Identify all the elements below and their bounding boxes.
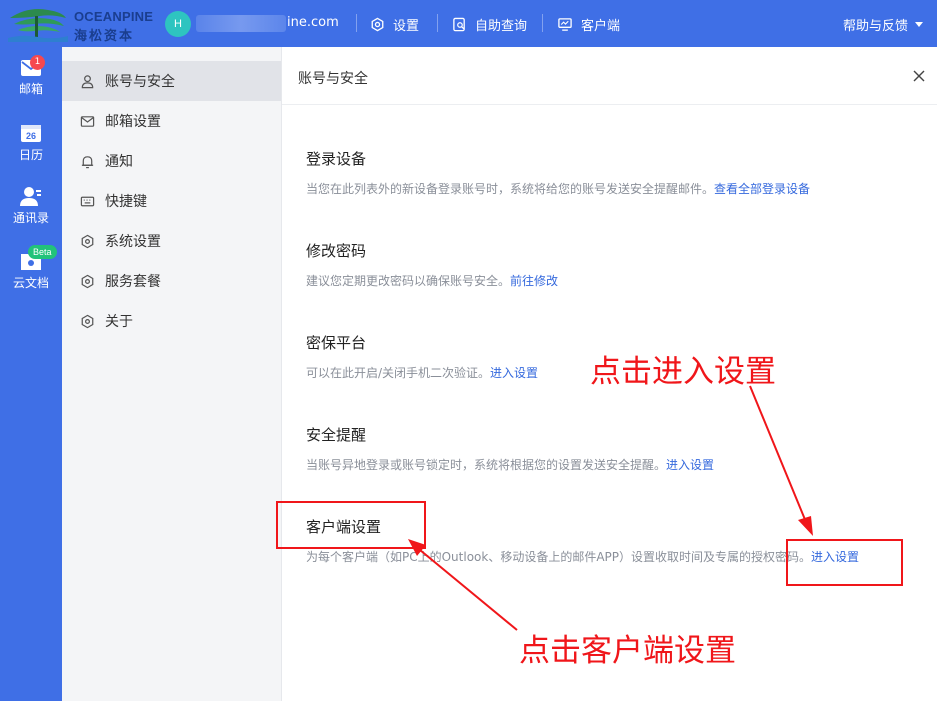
menu-item-label: 邮箱设置 [105,114,161,130]
nav-settings-label: 设置 [393,18,420,34]
menu-item-about[interactable]: 关于 [62,301,281,341]
highlight-enter-settings-link [786,539,903,586]
desc-text: 当账号异地登录或账号锁定时，系统将根据您的设置发送安全提醒。 [306,458,667,472]
hexagon-gear-icon [81,314,94,328]
section-title-security-platform: 密保平台 [306,334,367,352]
menu-item-shortcuts[interactable]: 快捷键 [62,181,281,221]
security-platform-settings-link[interactable]: 进入设置 [490,366,538,380]
section-desc-change-password: 建议您定期更改密码以确保账号安全。前往修改 [306,272,558,289]
help-feedback-button[interactable]: 帮助与反馈 [843,15,923,34]
desc-text: 当您在此列表外的新设备登录账号时，系统将给您的账号发送安全提醒邮件。 [306,182,715,196]
nav-self-query[interactable]: 自助查询 [452,14,527,34]
menu-item-label: 服务套餐 [105,274,161,290]
annotation-click-client-settings: 点击客户端设置 [519,633,736,669]
app-rail: 邮箱 1 26 日历 通讯录 云文档 Beta [0,47,62,701]
brand-name-cn: 海松资本 [74,29,135,44]
divider [437,14,438,32]
menu-item-system-settings[interactable]: 系统设置 [62,221,281,261]
user-avatar[interactable]: H [165,11,191,37]
keyboard-icon [80,196,95,206]
close-icon[interactable] [912,69,926,83]
calendar-icon: 26 [21,125,41,142]
divider [356,14,357,32]
menu-item-account-security[interactable]: 账号与安全 [62,61,281,101]
section-desc-security-platform: 可以在此开启/关闭手机二次验证。进入设置 [306,364,538,381]
top-bar: OCEANPINE 海松资本 H ine.com 设置 自助查询 客户端 帮助与… [0,0,937,47]
self-query-icon [453,17,465,31]
section-title-change-password: 修改密码 [306,242,367,260]
menu-item-label: 系统设置 [105,234,161,250]
desktop-client-icon [558,17,572,31]
desc-text: 可以在此开启/关闭手机二次验证。 [306,366,491,380]
rail-item-contacts[interactable]: 通讯录 [0,186,62,226]
rail-mail-label: 邮箱 [18,82,43,96]
rail-item-mail[interactable]: 邮箱 1 [0,55,62,97]
user-icon [81,74,94,88]
help-feedback-label: 帮助与反馈 [842,19,908,34]
section-desc-login-devices: 当您在此列表外的新设备登录账号时，系统将给您的账号发送安全提醒邮件。查看全部登录… [306,180,810,197]
hexagon-gear-icon [81,274,94,288]
bell-icon [81,155,94,168]
mail-outline-icon [80,115,95,127]
desc-text: 建议您定期更改密码以确保账号安全。 [306,274,511,288]
panel-title: 账号与安全 [298,71,368,87]
section-title-security-alert: 安全提醒 [306,426,367,444]
account-email[interactable]: ine.com [287,15,339,30]
brand-logo[interactable]: OCEANPINE 海松资本 [6,4,156,44]
brand-name-en: OCEANPINE [74,9,154,24]
pine-tree-logo-icon [8,9,68,42]
calendar-day: 26 [26,131,36,141]
contacts-icon [20,187,41,206]
panel-header: 账号与安全 [282,47,937,105]
menu-item-notifications[interactable]: 通知 [62,141,281,181]
nav-settings[interactable]: 设置 [370,14,419,34]
menu-item-label: 快捷键 [105,194,147,210]
go-change-password-link[interactable]: 前往修改 [510,274,558,288]
menu-item-service-plan[interactable]: 服务套餐 [62,261,281,301]
rail-cloud-doc-label: 云文档 [12,276,49,290]
rail-item-calendar[interactable]: 26 日历 [0,123,62,163]
divider [542,14,543,32]
nav-self-query-label: 自助查询 [475,18,528,34]
rail-contacts-label: 通讯录 [12,211,49,225]
annotation-click-enter-settings: 点击进入设置 [590,354,776,390]
account-blurred [196,15,286,32]
highlight-client-settings-title [276,501,426,549]
settings-gear-icon [371,17,384,31]
hexagon-gear-icon [81,234,94,248]
settings-menu: 账号与安全 邮箱设置 通知 快捷键 系统设置 服务套餐 关于 [62,47,282,701]
rail-calendar-label: 日历 [18,148,43,162]
section-title-login-devices: 登录设备 [306,150,367,168]
nav-client[interactable]: 客户端 [557,14,620,34]
nav-client-label: 客户端 [581,18,621,34]
desc-text: 为每个客户端（如PC上的Outlook、移动设备上的邮件APP）设置收取时间及专… [306,550,812,564]
caret-down-icon [915,22,923,27]
rail-item-cloud-doc[interactable]: 云文档 Beta [0,245,62,291]
view-all-devices-link[interactable]: 查看全部登录设备 [714,182,810,196]
menu-item-label: 通知 [105,154,133,170]
beta-tag: Beta [28,245,57,259]
section-desc-client-settings: 为每个客户端（如PC上的Outlook、移动设备上的邮件APP）设置收取时间及专… [306,548,859,565]
section-desc-security-alert: 当账号异地登录或账号锁定时，系统将根据您的设置发送安全提醒。进入设置 [306,456,714,473]
security-alert-settings-link[interactable]: 进入设置 [666,458,714,472]
menu-item-label: 账号与安全 [105,74,175,90]
menu-item-mail-settings[interactable]: 邮箱设置 [62,101,281,141]
unread-badge: 1 [30,55,45,70]
menu-item-label: 关于 [105,314,133,330]
